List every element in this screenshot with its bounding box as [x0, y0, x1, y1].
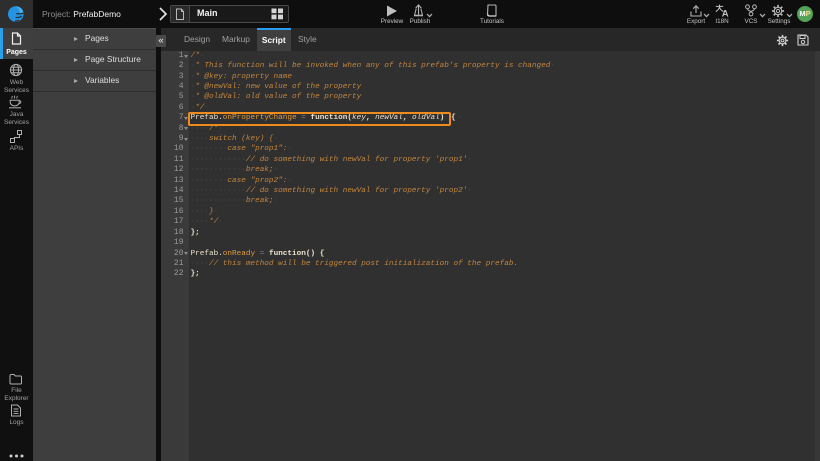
svg-text:A: A [722, 9, 729, 17]
